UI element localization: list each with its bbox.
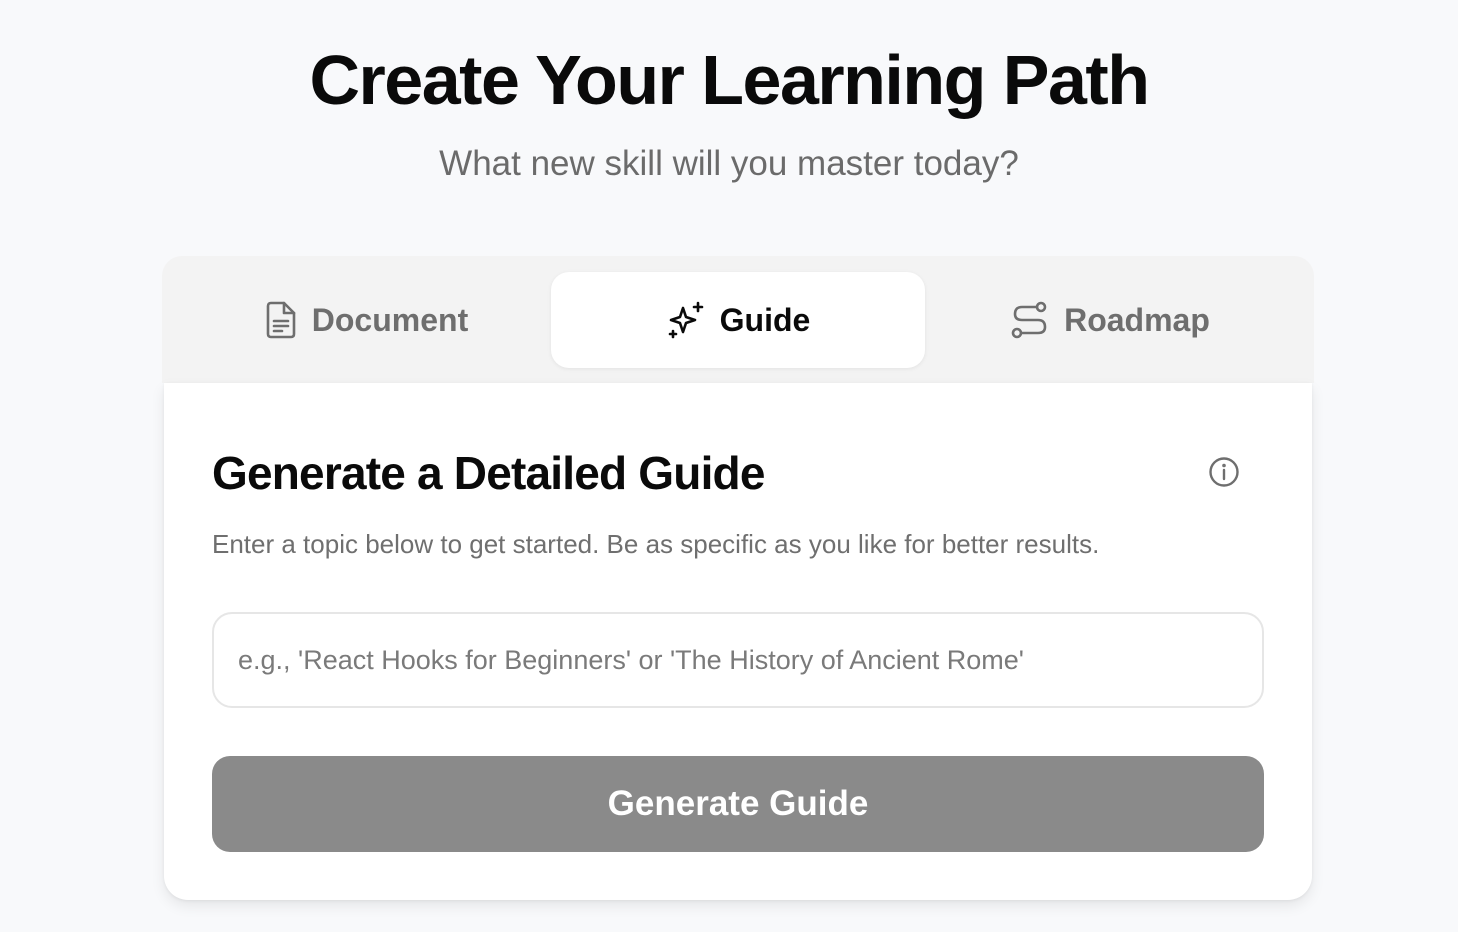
card-title: Generate a Detailed Guide <box>212 447 765 499</box>
tab-guide-label: Guide <box>719 301 811 338</box>
generate-guide-button[interactable]: Generate Guide <box>212 756 1264 852</box>
info-icon[interactable] <box>1208 456 1240 488</box>
tab-document[interactable]: Document <box>182 272 550 368</box>
guide-form-card: Generate a Detailed Guide Enter a topic … <box>164 383 1312 900</box>
route-icon <box>1010 300 1050 340</box>
tab-guide[interactable]: Guide <box>551 272 925 368</box>
mode-tab-bar: Document Guide Roadmap <box>162 256 1314 383</box>
page-title: Create Your Learning Path <box>309 41 1150 119</box>
document-icon <box>264 300 298 340</box>
tab-roadmap-label: Roadmap <box>1064 301 1210 338</box>
page-subtitle: What new skill will you master today? <box>439 144 1019 183</box>
tab-document-label: Document <box>311 301 469 338</box>
tab-roadmap[interactable]: Roadmap <box>926 272 1294 368</box>
card-description: Enter a topic below to get started. Be a… <box>212 529 1100 559</box>
topic-input[interactable] <box>212 612 1264 708</box>
sparkles-icon <box>666 300 706 340</box>
